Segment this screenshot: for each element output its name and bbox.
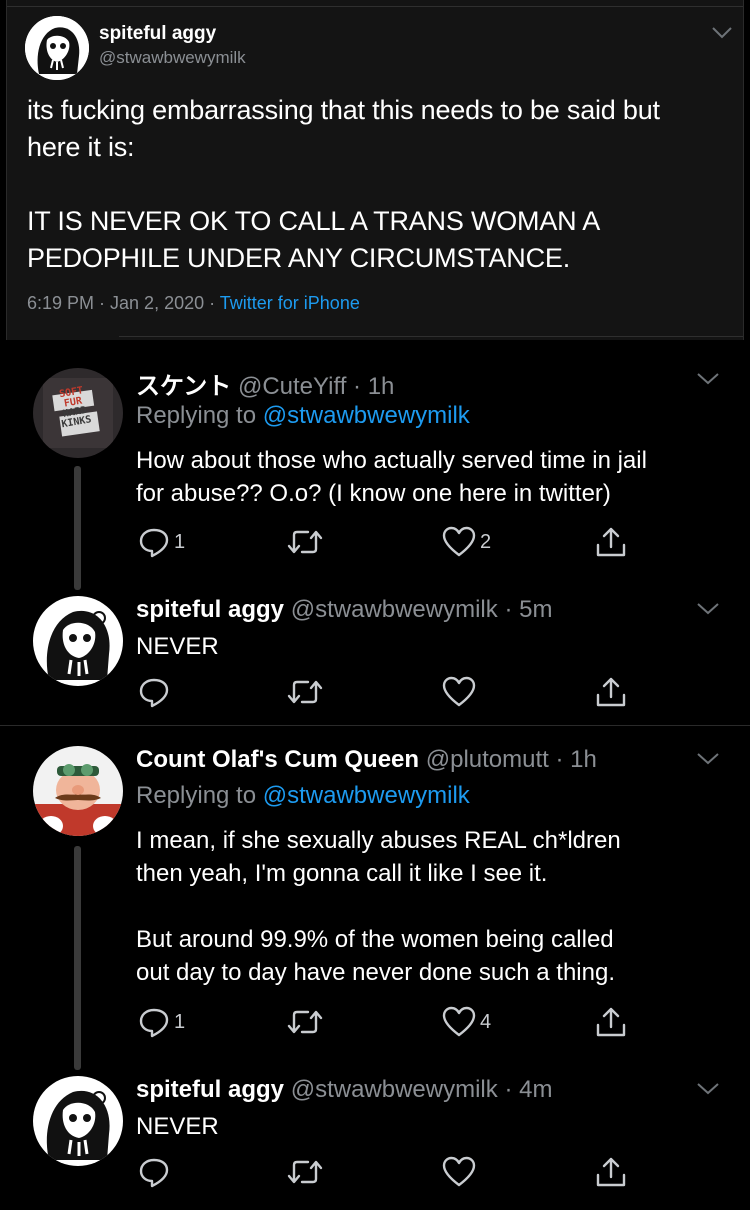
like-button[interactable] <box>442 1154 476 1190</box>
retweet-icon <box>286 1157 324 1187</box>
retweet-icon <box>286 527 324 557</box>
thread-line <box>74 466 81 590</box>
reply-icon <box>138 526 170 558</box>
like-icon <box>442 1156 476 1188</box>
chevron-down-icon[interactable] <box>696 372 720 391</box>
author-name[interactable]: spiteful aggy <box>136 596 284 623</box>
author-handle[interactable]: @plutomutt <box>426 746 549 773</box>
author-handle[interactable]: @stwawbwewymilk <box>99 48 246 68</box>
avatar[interactable] <box>25 16 89 80</box>
reply-time: · 5m <box>504 596 553 623</box>
retweet-button[interactable] <box>286 1154 324 1190</box>
replying-to-link[interactable]: @stwawbwewymilk <box>263 402 470 429</box>
reply-count: 1 <box>174 530 186 553</box>
like-button[interactable]: 4 <box>442 1004 491 1040</box>
reply-icon <box>138 1156 170 1188</box>
share-button[interactable] <box>594 1154 628 1190</box>
like-icon <box>442 1006 476 1038</box>
author-name[interactable]: spiteful aggy <box>136 1076 284 1103</box>
like-count: 2 <box>480 530 492 553</box>
reply-count: 1 <box>174 1010 186 1033</box>
chevron-down-icon[interactable] <box>696 1082 720 1101</box>
reply-button[interactable] <box>138 1154 170 1190</box>
author-name[interactable]: スケント <box>136 373 231 400</box>
author-name[interactable]: Count Olaf's Cum Queen <box>136 746 419 773</box>
replying-to: Replying to @stwawbwewymilk <box>136 402 470 429</box>
retweet-button[interactable] <box>286 1004 324 1040</box>
reply-button[interactable] <box>138 674 170 710</box>
action-bar: 1 2 <box>136 524 736 560</box>
author-handle[interactable]: @stwawbwewymilk <box>291 1076 498 1103</box>
like-button[interactable]: 2 <box>442 524 491 560</box>
tweet-text-line: its fucking embarrassing that this needs… <box>27 95 660 125</box>
reply-header: Count Olaf's Cum Queen @plutomutt · 1h <box>136 746 597 774</box>
reply-tweet[interactable]: Count Olaf's Cum Queen @plutomutt · 1h R… <box>0 726 750 1070</box>
chevron-down-icon[interactable] <box>696 602 720 621</box>
reply-button[interactable]: 1 <box>138 524 185 560</box>
action-bar <box>136 1154 736 1190</box>
reply-header: スケント @CuteYiff · 1h <box>136 366 394 401</box>
retweet-icon <box>286 1007 324 1037</box>
like-icon <box>442 676 476 708</box>
avatar[interactable] <box>33 596 123 686</box>
original-tweet-card[interactable]: spiteful aggy @stwawbwewymilk its fuckin… <box>6 0 744 340</box>
tweet-text-line: IT IS NEVER OK TO CALL A TRANS WOMAN A <box>27 206 601 236</box>
thread-line <box>74 846 81 1070</box>
divider <box>119 336 743 337</box>
retweet-button[interactable] <box>286 524 324 560</box>
tweet-text-line: PEDOPHILE UNDER ANY CIRCUMSTANCE. <box>27 243 570 273</box>
tweet-text: NEVER <box>136 1113 219 1140</box>
reply-icon <box>138 1006 170 1038</box>
author-name[interactable]: spiteful aggy <box>99 23 216 45</box>
like-count: 4 <box>480 1010 492 1033</box>
share-icon <box>594 1005 628 1039</box>
author-handle[interactable]: @CuteYiff <box>238 373 346 400</box>
author-handle[interactable]: @stwawbwewymilk <box>291 596 498 623</box>
avatar[interactable] <box>33 746 123 836</box>
share-button[interactable] <box>594 524 628 560</box>
chevron-down-icon[interactable] <box>696 752 720 771</box>
action-bar <box>136 674 736 710</box>
reply-icon <box>138 676 170 708</box>
reply-button[interactable]: 1 <box>138 1004 185 1040</box>
reply-header: spiteful aggy @stwawbwewymilk · 5m <box>136 596 552 624</box>
share-icon <box>594 525 628 559</box>
reply-time: · 4m <box>504 1076 553 1103</box>
share-icon <box>594 675 628 709</box>
replying-to: Replying to @stwawbwewymilk <box>136 782 470 809</box>
divider <box>7 6 743 7</box>
reply-time: · 1h <box>555 746 597 773</box>
reply-tweet[interactable]: spiteful aggy @stwawbwewymilk · 5m NEVER <box>0 586 750 726</box>
reply-time: · 1h <box>353 373 395 400</box>
action-bar: 1 4 <box>136 1004 736 1040</box>
tweet-text: I mean, if she sexually abuses REAL ch*l… <box>136 827 621 986</box>
replying-to-link[interactable]: @stwawbwewymilk <box>263 782 470 809</box>
share-button[interactable] <box>594 674 628 710</box>
retweet-button[interactable] <box>286 674 324 710</box>
tweet-source-link[interactable]: Twitter for iPhone <box>220 293 360 313</box>
share-icon <box>594 1155 628 1189</box>
tweet-text-line: here it is: <box>27 132 135 162</box>
like-icon <box>442 526 476 558</box>
tweet-text: its fucking embarrassing that this needs… <box>27 92 727 277</box>
reply-tweet[interactable]: spiteful aggy @stwawbwewymilk · 4m NEVER <box>0 1066 750 1210</box>
chevron-down-icon[interactable] <box>711 26 733 45</box>
share-button[interactable] <box>594 1004 628 1040</box>
tweet-text: How about those who actually served time… <box>136 447 647 507</box>
like-button[interactable] <box>442 674 476 710</box>
tweet-timestamp[interactable]: 6:19 PM · Jan 2, 2020 · <box>27 293 220 313</box>
avatar[interactable] <box>33 1076 123 1166</box>
reply-tweet[interactable]: SOFT FUR HARD KINKS スケント @CuteYiff · 1h … <box>0 346 750 590</box>
retweet-icon <box>286 677 324 707</box>
reply-header: spiteful aggy @stwawbwewymilk · 4m <box>136 1076 552 1104</box>
tweet-text: NEVER <box>136 633 219 660</box>
tweet-meta: 6:19 PM · Jan 2, 2020 · Twitter for iPho… <box>27 293 360 314</box>
